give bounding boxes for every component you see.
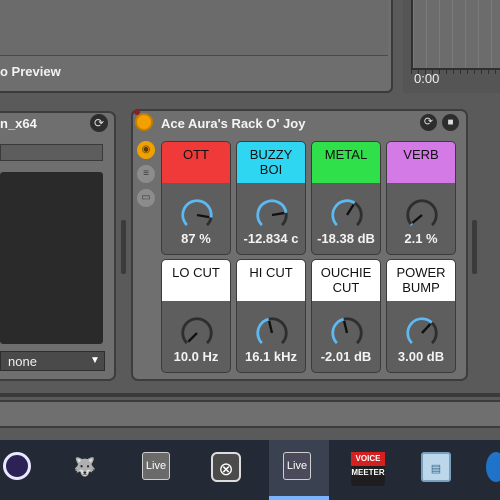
- knob-needle: [267, 320, 274, 334]
- left-scrollbar[interactable]: [121, 220, 126, 274]
- voicemeeter-top-label: VOICE: [351, 452, 385, 466]
- macro-knob[interactable]: [178, 314, 216, 352]
- macro-knob[interactable]: [403, 314, 441, 352]
- knob-needle: [345, 203, 355, 216]
- voicemeeter-bottom-label: MEETER: [351, 468, 385, 477]
- time-readout: 0:00: [414, 71, 440, 86]
- macro-value: -18.38 dB: [317, 231, 375, 246]
- voicemeeter-icon[interactable]: VOICE MEETER: [351, 452, 385, 486]
- macro-value: -2.01 dB: [320, 349, 372, 364]
- plugin-title: n_x64: [0, 116, 37, 131]
- status-bar: [0, 400, 500, 428]
- plugin-field[interactable]: [0, 144, 103, 161]
- hotswap-icon[interactable]: ⟳: [90, 114, 108, 132]
- preview-label[interactable]: o Preview: [0, 64, 61, 79]
- knob-fill: [409, 223, 413, 227]
- macro-value: 3.00 dB: [397, 349, 445, 364]
- macro-hi-cut[interactable]: HI CUT 16.1 kHz: [236, 259, 306, 373]
- macro-value: 87 %: [181, 231, 211, 246]
- macro-label[interactable]: HI CUT: [237, 260, 305, 301]
- eclipse-icon[interactable]: [3, 452, 31, 480]
- browser-content: [0, 0, 388, 56]
- macro-buzzy-boi[interactable]: BUZZY BOI -12.834 c: [236, 141, 306, 255]
- knob-needle: [271, 211, 285, 217]
- macro-value: 16.1 kHz: [244, 349, 298, 364]
- macro-knob[interactable]: [253, 196, 291, 234]
- device-power-icon[interactable]: [135, 113, 153, 131]
- ableton-live-active-icon[interactable]: Live: [283, 452, 311, 480]
- divider: [0, 393, 500, 397]
- chevron-down-icon[interactable]: ▼: [90, 355, 100, 366]
- timeline-grid[interactable]: [411, 0, 500, 70]
- plugin-display: [0, 172, 103, 344]
- knob-fill: [181, 199, 213, 227]
- knob-track: [406, 199, 438, 227]
- knob-fill: [331, 317, 345, 345]
- right-scrollbar[interactable]: [472, 220, 477, 274]
- macro-knob[interactable]: [178, 196, 216, 234]
- macro-verb[interactable]: VERB 2.1 %: [386, 141, 456, 255]
- knob-fill: [331, 199, 356, 227]
- macro-lo-cut[interactable]: LO CUT 10.0 Hz: [161, 259, 231, 373]
- macro-label[interactable]: VERB: [387, 142, 455, 183]
- show-macros-icon[interactable]: ◉: [137, 141, 155, 159]
- macro-label[interactable]: METAL: [312, 142, 380, 183]
- knob-needle: [187, 332, 198, 343]
- rack-hotswap-icon[interactable]: ⟳: [420, 114, 437, 131]
- macro-ott[interactable]: OTT 87 %: [161, 141, 231, 255]
- knob-needle: [196, 213, 210, 219]
- device-activator-dot: [134, 109, 140, 115]
- show-chain-list-icon[interactable]: ≡: [137, 165, 155, 183]
- gimp-icon[interactable]: 🐺: [70, 452, 100, 482]
- macro-label[interactable]: BUZZY BOI: [237, 142, 305, 183]
- macro-value: -12.834 c: [243, 231, 299, 246]
- macro-knob[interactable]: [328, 314, 366, 352]
- knob-needle: [411, 214, 423, 224]
- macro-knob[interactable]: [403, 196, 441, 234]
- network-monitor-icon[interactable]: ▤: [421, 452, 451, 482]
- save-preset-icon[interactable]: ■: [442, 114, 459, 131]
- macro-knob[interactable]: [328, 196, 366, 234]
- knob-needle: [421, 323, 432, 334]
- steam-like-icon[interactable]: ⊗: [211, 452, 241, 482]
- macro-metal[interactable]: METAL -18.38 dB: [311, 141, 381, 255]
- macro-value: 2.1 %: [404, 231, 438, 246]
- macro-value: 10.0 Hz: [173, 349, 219, 364]
- macro-label[interactable]: POWER BUMP: [387, 260, 455, 301]
- knob-fill: [256, 317, 270, 345]
- ableton-live-icon[interactable]: Live: [142, 452, 170, 480]
- macro-ouchie-cut[interactable]: OUCHIE CUT -2.01 dB: [311, 259, 381, 373]
- macro-power-bump[interactable]: POWER BUMP 3.00 dB: [386, 259, 456, 373]
- browser-icon[interactable]: [486, 452, 500, 482]
- macro-label[interactable]: OTT: [162, 142, 230, 183]
- knob-track: [181, 317, 213, 345]
- knob-needle: [342, 320, 349, 334]
- rack-title: Ace Aura's Rack O' Joy: [161, 116, 306, 131]
- show-devices-icon[interactable]: ▭: [137, 189, 155, 207]
- macro-label[interactable]: OUCHIE CUT: [312, 260, 380, 301]
- knob-fill: [406, 317, 433, 345]
- taskbar-active-indicator: [269, 496, 329, 500]
- macro-label[interactable]: LO CUT: [162, 260, 230, 301]
- macro-knob[interactable]: [253, 314, 291, 352]
